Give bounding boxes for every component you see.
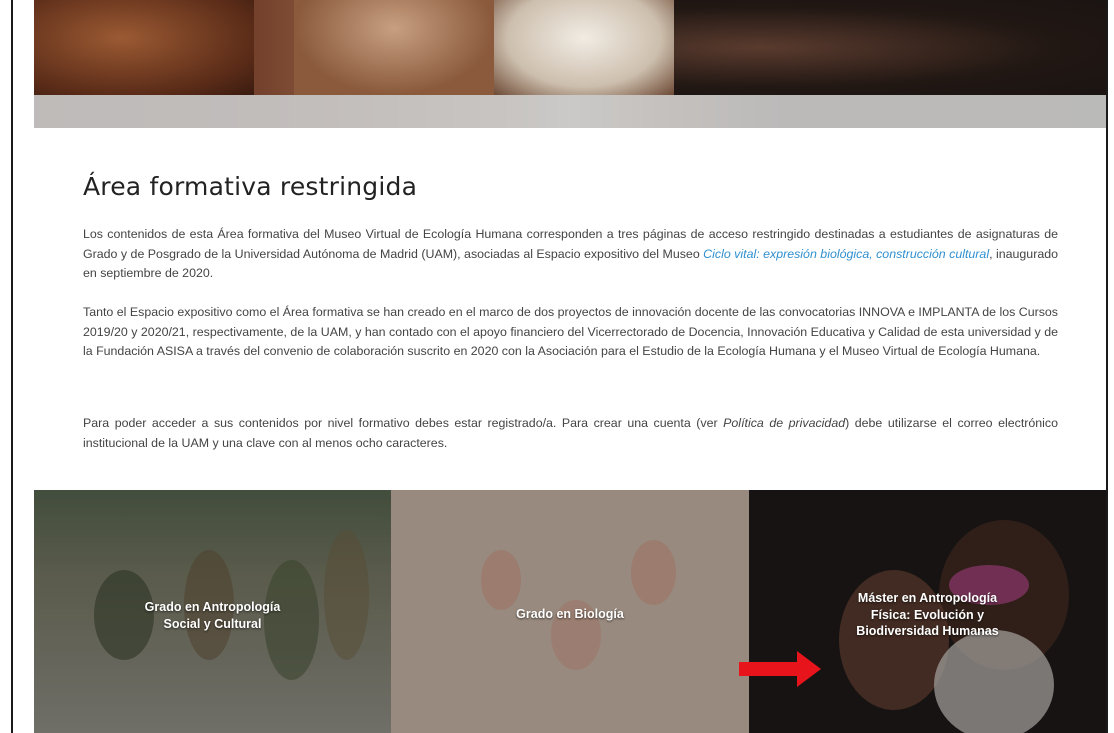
- tile-grado-antropologia[interactable]: Grado en Antropología Social y Cultural: [34, 490, 391, 733]
- hero-image: [34, 0, 1106, 128]
- window-right-border: [1106, 0, 1108, 733]
- privacy-policy-link[interactable]: Política de privacidad: [723, 416, 845, 430]
- exhibition-link[interactable]: Ciclo vital: expresión biológica, constr…: [703, 247, 989, 261]
- intro-paragraph: Los contenidos de esta Área formativa de…: [83, 227, 1058, 280]
- page-title: Área formativa restringida: [83, 172, 418, 201]
- tile-master-antropologia[interactable]: Máster en Antropología Física: Evolución…: [749, 490, 1106, 733]
- tile-label-grado-antropologia: Grado en Antropología Social y Cultural: [144, 600, 281, 631]
- tile-label-master-antropologia: Máster en Antropología Física: Evolución…: [856, 591, 999, 638]
- tile-label-grado-biologia: Grado en Biología: [516, 607, 624, 621]
- page-content: Área formativa restringida Los contenido…: [13, 0, 1106, 733]
- red-arrow-icon: [739, 651, 821, 687]
- projects-paragraph: Tanto el Espacio expositivo como el Área…: [83, 305, 1058, 358]
- access-paragraph: Para poder acceder a sus contenidos por …: [83, 416, 1059, 450]
- course-tiles: Grado en Antropología Social y Cultural …: [34, 490, 1106, 733]
- tile-grado-biologia[interactable]: Grado en Biología: [391, 490, 749, 733]
- hero-caption-strip: [34, 95, 1106, 128]
